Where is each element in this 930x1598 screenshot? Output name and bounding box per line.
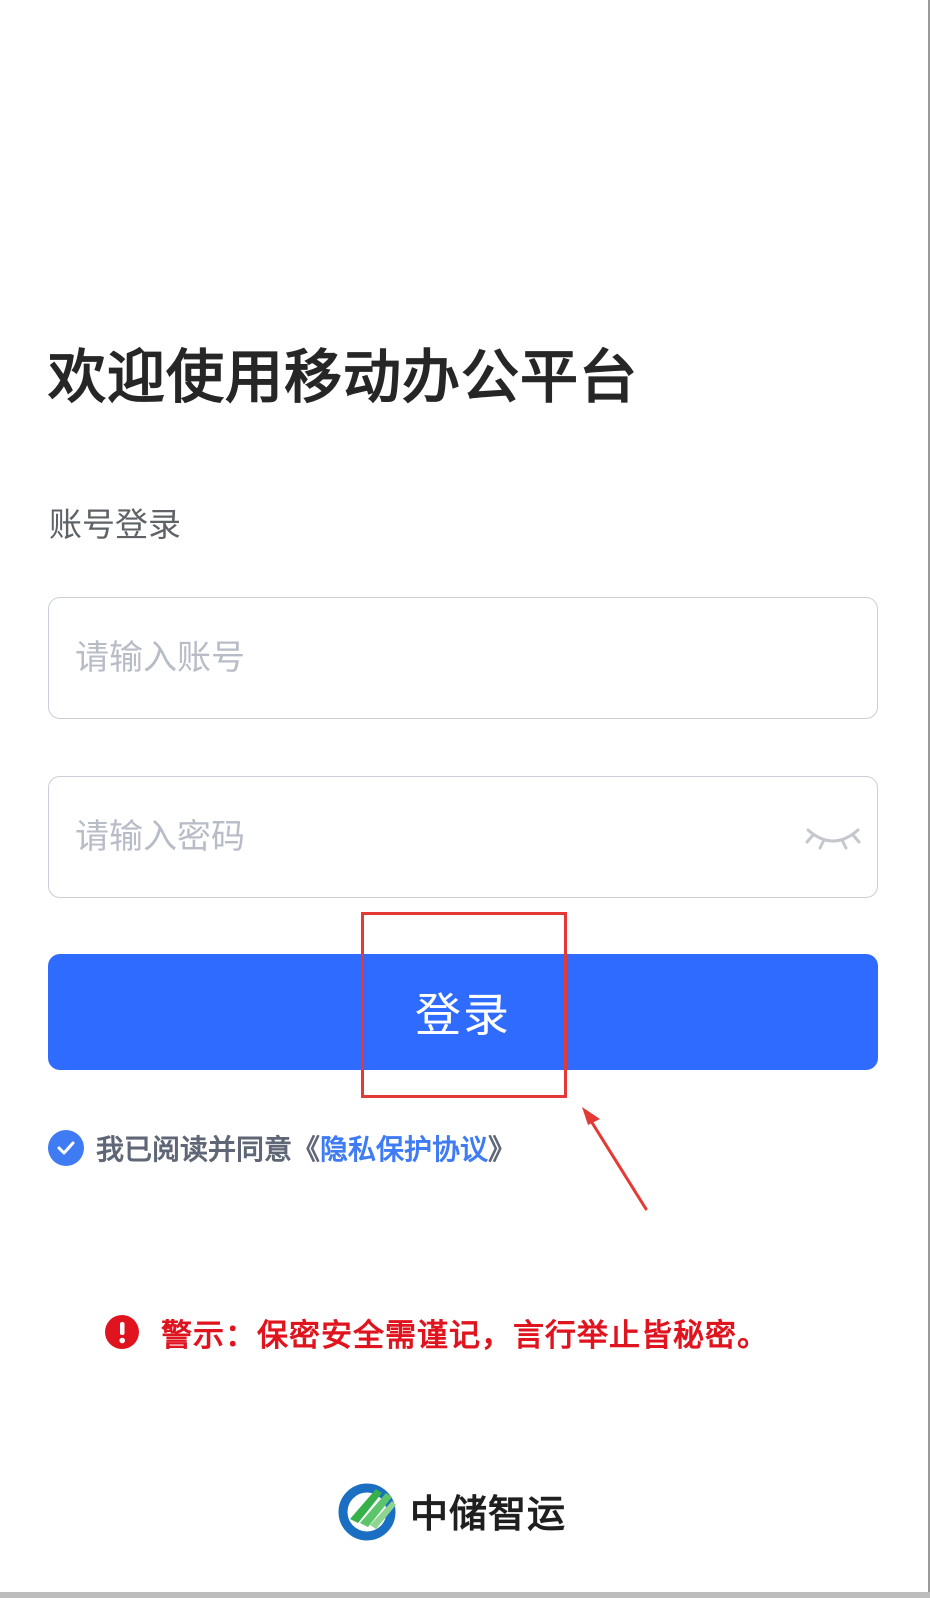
login-button[interactable]: 登录 (48, 954, 878, 1070)
agreement-text-close: 》 (488, 1133, 517, 1166)
page-title: 欢迎使用移动办公平台 (48, 343, 639, 411)
exclamation-icon (105, 1315, 139, 1349)
agreement-row: 我已阅读并同意《 隐私保护协议 》 (48, 1128, 516, 1168)
brand-footer: 中储智运 (336, 1478, 566, 1542)
checkmark-icon (57, 1141, 75, 1155)
password-input[interactable] (75, 777, 775, 897)
agreement-text: 我已阅读并同意《 (96, 1133, 321, 1166)
window-bottom-border (0, 1592, 930, 1598)
privacy-policy-link[interactable]: 隐私保护协议 (320, 1128, 488, 1168)
account-field (48, 597, 878, 719)
security-warning: 警示：保密安全需谨记，言行举止皆秘密。 (105, 1310, 769, 1354)
brand-name: 中储智运 (410, 1491, 567, 1536)
password-field (48, 776, 878, 898)
annotation-arrow-icon (582, 1107, 648, 1211)
login-button-label: 登录 (415, 988, 511, 1042)
eye-closed-icon[interactable] (803, 815, 863, 859)
brand-logo-icon (338, 1483, 396, 1541)
login-mode-label: 账号登录 (49, 505, 181, 544)
account-input[interactable] (75, 598, 775, 718)
agreement-checkbox[interactable] (48, 1130, 84, 1166)
login-page: 欢迎使用移动办公平台 账号登录 登录 我已阅读并同意《 (0, 0, 930, 1598)
warning-text: 警示：保密安全需谨记，言行举止皆秘密。 (161, 1317, 769, 1354)
